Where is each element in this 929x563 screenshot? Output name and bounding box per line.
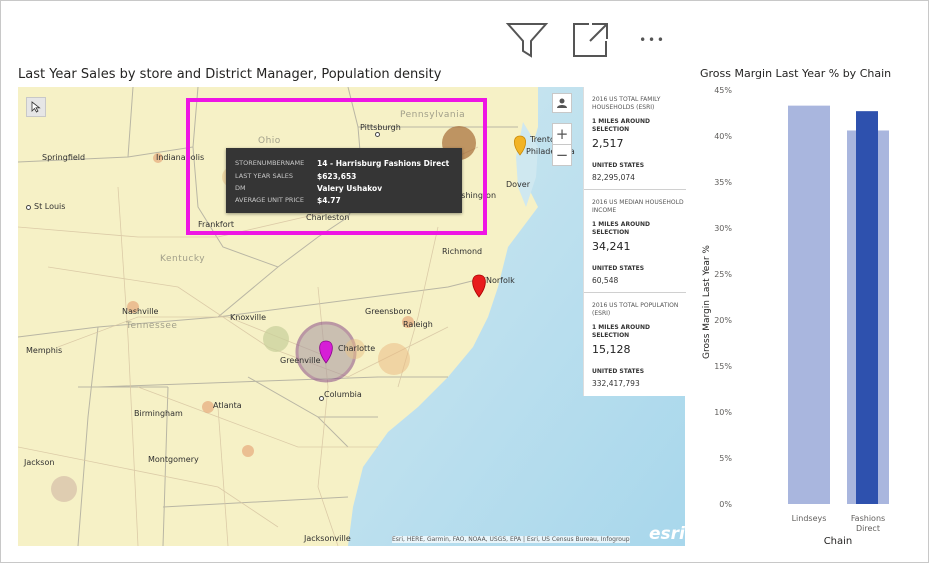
x-axis-title: Chain	[824, 536, 853, 547]
y-tick-label: 10%	[714, 408, 732, 417]
zoom-out-button[interactable]: −	[552, 144, 572, 166]
map-label: Nashville	[122, 307, 159, 316]
map-label: Dover	[506, 180, 530, 189]
select-tool-icon[interactable]	[26, 97, 46, 117]
panel-region: UNITED STATES	[592, 265, 645, 272]
map-label: Greensboro	[365, 307, 412, 316]
panel-heading: 2016 US TOTAL POPULATION (ESRI)	[592, 302, 679, 317]
panel-total: 60,548	[592, 276, 619, 285]
panel-value: 34,241	[592, 240, 631, 253]
panel-total: 82,295,074	[592, 173, 635, 182]
map-label: Jacksonville	[304, 534, 351, 543]
panel-value: 2,517	[592, 137, 624, 150]
panel-region: UNITED STATES	[592, 162, 645, 169]
map-label: Atlanta	[213, 401, 242, 410]
map-label: Tennessee	[126, 321, 178, 331]
panel-card: 2016 US TOTAL POPULATION (ESRI) 1 MILES …	[584, 293, 686, 396]
panel-value: 15,128	[592, 343, 631, 356]
map-visual-title: Last Year Sales by store and District Ma…	[18, 67, 442, 82]
map-attribution: Esri, HERE, Garmin, FAO, NOAA, USGS, EPA…	[392, 536, 630, 543]
map-label: Montgomery	[148, 455, 199, 464]
x-tick-label: Fashions	[851, 514, 885, 523]
panel-total: 332,417,793	[592, 379, 640, 388]
map-label: Kentucky	[160, 254, 206, 264]
map-label: Jackson	[24, 458, 55, 467]
panel-selection: 1 MILES AROUND SELECTION	[592, 221, 651, 236]
map-label: Greenville	[280, 356, 321, 365]
map-label: Columbia	[324, 390, 362, 399]
map-label: Richmond	[442, 247, 483, 256]
y-tick-label: 15%	[714, 362, 732, 371]
panel-selection: 1 MILES AROUND SELECTION	[592, 324, 651, 339]
esri-logo: esri	[649, 524, 685, 544]
x-tick-label: Lindseys	[792, 514, 827, 523]
y-tick-label: 5%	[719, 454, 732, 463]
panel-card: 2016 US TOTAL FAMILY HOUSEHOLDS (ESRI) 1…	[584, 87, 686, 190]
map-label: Springfield	[42, 153, 86, 162]
map-label: Birmingham	[134, 409, 183, 418]
focus-mode-icon[interactable]	[568, 20, 612, 60]
y-tick-label: 45%	[714, 86, 732, 95]
y-tick-label: 35%	[714, 178, 732, 187]
y-tick-label: 20%	[714, 316, 732, 325]
panel-card: 2016 US MEDIAN HOUSEHOLD INCOME 1 MILES …	[584, 190, 686, 293]
panel-region: UNITED STATES	[592, 368, 645, 375]
panel-heading: 2016 US TOTAL FAMILY HOUSEHOLDS (ESRI)	[592, 96, 661, 111]
more-options-icon[interactable]: • • •	[628, 20, 674, 60]
bar	[788, 105, 830, 504]
y-axis-title: Gross Margin Last Year %	[702, 245, 712, 359]
y-tick-label: 40%	[714, 132, 732, 141]
y-tick-label: 25%	[714, 270, 732, 279]
bar	[856, 111, 878, 504]
panel-heading: 2016 US MEDIAN HOUSEHOLD INCOME	[592, 199, 684, 214]
user-location-icon[interactable]	[552, 93, 572, 113]
x-tick-label: Direct	[856, 524, 880, 533]
zoom-in-button[interactable]: +	[552, 123, 572, 145]
map-label: St Louis	[34, 202, 66, 211]
map-label: Norfolk	[486, 276, 515, 285]
panel-selection: 1 MILES AROUND SELECTION	[592, 118, 651, 133]
y-tick-label: 0%	[719, 500, 732, 509]
y-tick-label: 30%	[714, 224, 732, 233]
chart-title: Gross Margin Last Year % by Chain	[700, 67, 892, 80]
gross-margin-chart[interactable]: 0% 5% 10% 15% 20% 25% 30% 35% 40% 45% Gross Margin…	[690, 80, 915, 555]
infographic-panel[interactable]: 2016 US TOTAL FAMILY HOUSEHOLDS (ESRI) 1…	[583, 87, 686, 396]
map-label: Knoxville	[230, 313, 267, 322]
map-label: Charlotte	[338, 344, 376, 353]
map-label: Raleigh	[403, 320, 433, 329]
highlight-box	[186, 98, 487, 235]
filter-icon[interactable]	[504, 20, 550, 60]
map-label: Memphis	[26, 346, 63, 355]
